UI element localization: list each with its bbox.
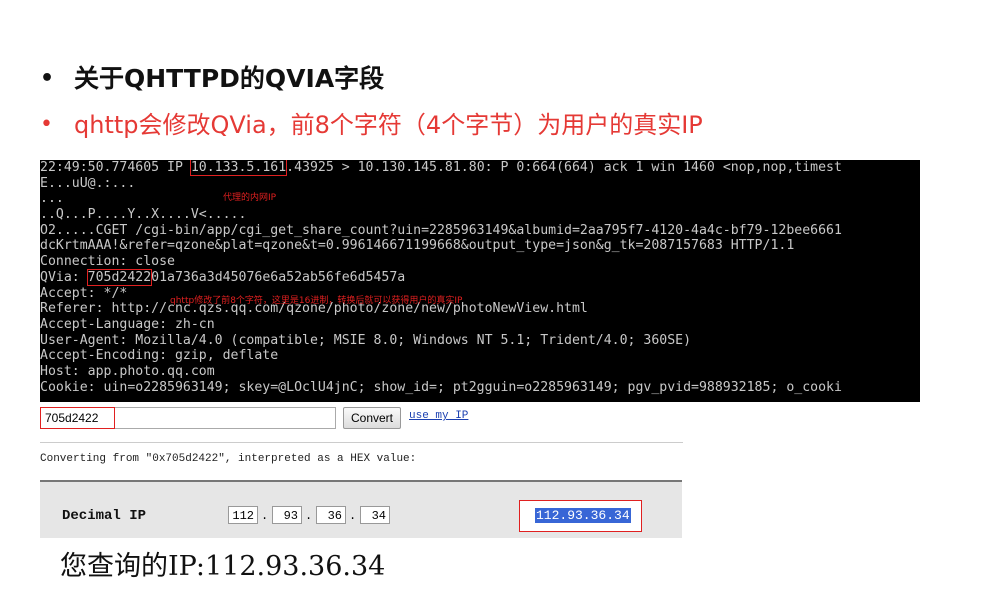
octet-field-1[interactable]: 112 <box>228 506 258 524</box>
octet-field-3[interactable]: 36 <box>316 506 346 524</box>
divider <box>40 442 683 443</box>
slide-bullets: • 关于QHTTPD的QVIA字段 • qhttp会修改QVia，前8个字符（4… <box>40 56 703 148</box>
terminal-line: Connection: close <box>40 254 175 270</box>
terminal-text: 22:49:50.774605 IP <box>40 160 191 175</box>
bullet-title: • 关于QHTTPD的QVIA字段 <box>40 56 703 102</box>
bullet-subtitle: • qhttp会修改QVia，前8个字符（4个字节）为用户的真实IP <box>40 102 703 148</box>
terminal-line: E...uU@.:... <box>40 175 136 191</box>
terminal-line: Accept-Language: zh-cn <box>40 316 215 332</box>
bullet-dot: • <box>40 66 55 91</box>
octet-separator: . <box>261 509 269 523</box>
terminal-text: QVia: <box>40 269 88 285</box>
result-ip-box: 112.93.36.34 <box>519 500 642 532</box>
terminal-line: ... <box>40 191 64 207</box>
octet-field-4[interactable]: 34 <box>360 506 390 524</box>
terminal-line: Cookie: uin=o2285963149; skey=@LOclU4jnC… <box>40 379 842 395</box>
proxy-ip-highlight: 10.133.5.161 <box>189 160 288 176</box>
terminal-line: User-Agent: Mozilla/4.0 (compatible; MSI… <box>40 332 692 348</box>
octet-separator: . <box>305 509 313 523</box>
decimal-ip-panel: Decimal IP 112 . 93 . 36 . 34 112.93.36.… <box>40 480 682 538</box>
hex-input-highlight <box>40 407 115 429</box>
octet-separator: . <box>349 509 357 523</box>
result-ip-selected[interactable]: 112.93.36.34 <box>535 508 631 523</box>
use-my-ip-link[interactable]: use my IP <box>409 410 468 422</box>
terminal-line: Accept-Encoding: gzip, deflate <box>40 348 279 364</box>
qvia-hex-highlight: 705d2422 <box>86 268 153 286</box>
terminal-text: .43925 > 10.130.145.81.80: P 0:664(664) … <box>286 160 842 175</box>
decimal-ip-label: Decimal IP <box>62 508 147 524</box>
convert-button[interactable]: Convert <box>343 407 401 429</box>
bullet-dot: • <box>40 112 53 137</box>
bullet-subtitle-text: qhttp会修改QVia，前8个字符（4个字节）为用户的真实IP <box>74 111 703 139</box>
query-result-text: 您查询的IP:112.93.36.34 <box>60 551 386 582</box>
tcpdump-terminal: 22:49:50.774605 IP 10.133.5.161.43925 > … <box>40 160 920 402</box>
proxy-ip-note: 代理的内网IP <box>223 193 277 203</box>
octet-field-2[interactable]: 93 <box>272 506 302 524</box>
terminal-line: ..Q...P....Y..X....V<..... <box>40 207 247 223</box>
converting-message: Converting from "0x705d2422", interprete… <box>40 453 417 465</box>
terminal-line: dcKrtmAAA!&refer=qzone&plat=qzone&t=0.99… <box>40 238 795 254</box>
terminal-line: O2.....CGET /cgi-bin/app/cgi_get_share_c… <box>40 222 842 238</box>
terminal-line: QVia: 705d242201a736a3d45076e6a52ab56fe6… <box>40 268 920 286</box>
terminal-line: Host: app.photo.qq.com <box>40 363 215 379</box>
qvia-note: qhttp修改了前8个字符，这里是16进制，转换后就可以获得用户的真实IP <box>170 296 463 306</box>
bullet-title-text: 关于QHTTPD的QVIA字段 <box>74 64 385 93</box>
terminal-text: 01a736a3d45076e6a52ab56fe6d5457a <box>151 269 406 285</box>
terminal-line: 22:49:50.774605 IP 10.133.5.161.43925 > … <box>40 160 920 176</box>
